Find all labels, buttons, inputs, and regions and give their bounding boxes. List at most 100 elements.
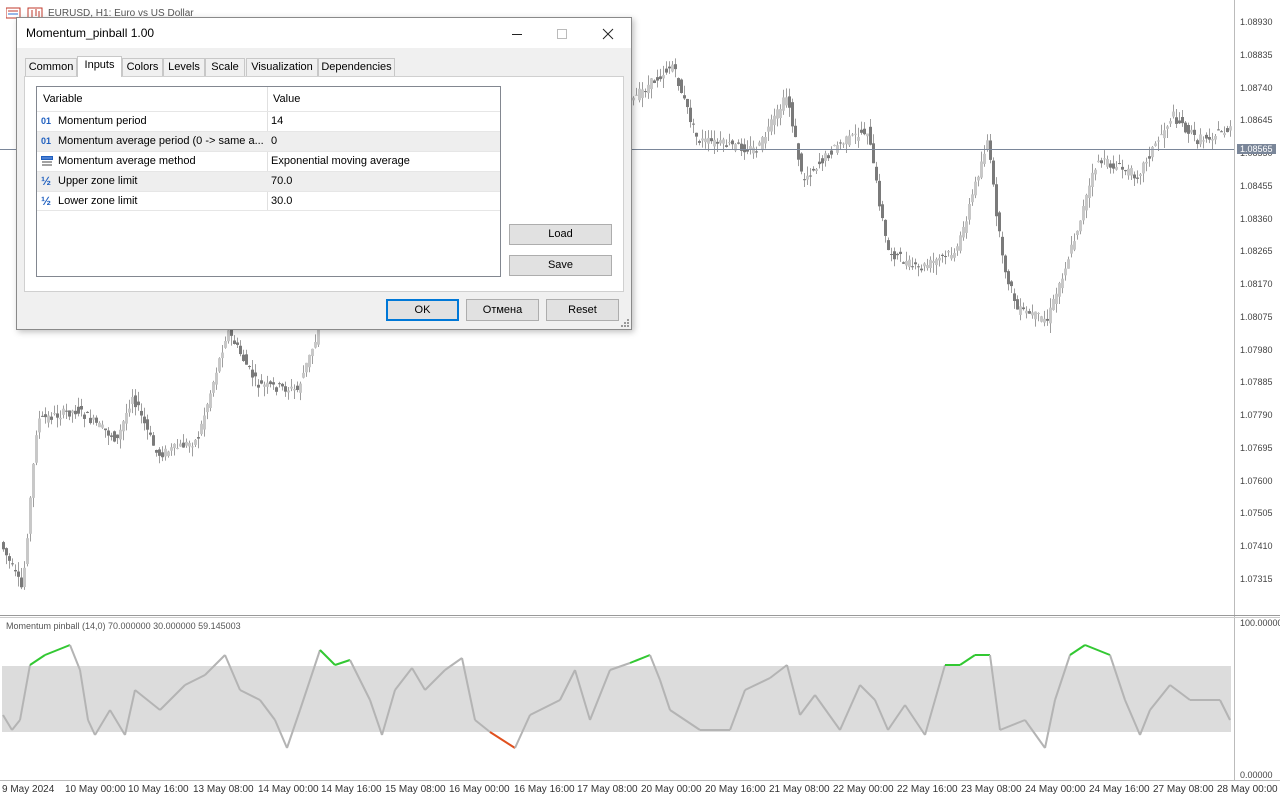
candle-body [221,352,224,359]
candle-body [41,415,44,417]
candle-body [188,442,191,447]
candle-body [806,175,809,180]
candle-body [689,107,692,123]
candle-body [1130,168,1133,176]
candle-body [80,405,83,410]
tab-levels[interactable]: Levels [163,58,205,76]
candle-body [668,66,671,69]
indicator-scale-bottom: 0.00000 [1240,770,1273,780]
candle-body [887,240,890,251]
candle-body [902,262,905,264]
time-scale-label: 15 May 08:00 [385,784,446,795]
row-value[interactable]: 0 [271,132,277,151]
tab-common[interactable]: Common [25,58,77,76]
candle-body [1211,138,1214,141]
candle-body [1199,134,1202,145]
candle-body [1040,316,1043,322]
load-button[interactable]: Load [509,224,612,245]
candle-body [77,406,80,414]
candle-body [935,259,938,266]
candle-body [1031,312,1034,316]
candle-body [206,404,209,413]
row-value[interactable]: Exponential moving average [271,152,410,171]
candle-body [101,424,104,428]
candle-body [761,137,764,151]
row-value[interactable]: 30.0 [271,192,292,211]
row-variable: Upper zone limit [58,175,138,187]
parameters-table[interactable]: Variable Value 01 Momentum period 14 01 … [36,86,501,277]
candle-body [1133,174,1136,179]
minimize-icon [511,33,522,35]
candle-body [929,259,932,269]
tab-scale[interactable]: Scale [205,58,245,76]
candle-body [1157,140,1160,142]
candle-body [1121,166,1124,170]
price-scale-label: 1.07980 [1240,344,1273,355]
close-button[interactable] [585,18,630,48]
tab-inputs[interactable]: Inputs [77,56,122,77]
candle-body [812,168,815,171]
candle-body [260,380,263,384]
candle-body [926,265,929,269]
candle-body [671,64,674,72]
candle-body [980,161,983,178]
candle-body [710,138,713,142]
candle-body [209,393,212,408]
tab-visualization[interactable]: Visualization [246,58,318,76]
ok-button[interactable]: OK [386,299,459,321]
reset-button[interactable]: Reset [546,299,619,321]
table-row[interactable]: 01 Momentum period 14 [37,111,500,131]
candle-body [692,123,695,125]
price-scale-label: 1.08455 [1240,180,1273,191]
candle-body [1070,244,1073,254]
candle-body [644,91,647,93]
candle-body [245,354,248,365]
candle-body [653,80,656,83]
candle-body [938,257,941,261]
column-header-variable[interactable]: Variable [37,87,267,111]
tab-colors[interactable]: Colors [122,58,163,76]
candle-body [881,204,884,219]
tab-dependencies[interactable]: Dependencies [318,58,395,76]
row-variable: Momentum average method [58,155,196,167]
table-row[interactable]: 01 Momentum average period (0 -> same a.… [37,131,500,151]
table-row[interactable]: ½ Upper zone limit 70.0 [37,171,500,191]
table-row[interactable]: Momentum average method Exponential movi… [37,151,500,171]
row-value[interactable]: 14 [271,112,283,131]
candle-body [1022,307,1025,310]
column-header-value[interactable]: Value [267,87,497,111]
candle-body [818,161,821,165]
row-value[interactable]: 70.0 [271,172,292,191]
candle-body [179,443,182,447]
candle-body [1019,306,1022,315]
candle-body [110,435,113,437]
candle-body [932,260,935,263]
dialog-titlebar[interactable]: Momentum_pinball 1.00 [17,18,631,48]
cancel-button[interactable]: Отмена [466,299,539,321]
candle-body [899,251,902,254]
save-button[interactable]: Save [509,255,612,276]
candle-body [755,151,758,153]
minimize-button[interactable] [494,18,539,48]
candle-body [737,142,740,144]
candle-body [1082,206,1085,221]
resize-grip-icon[interactable] [621,319,629,327]
price-scale-label: 1.08930 [1240,17,1273,27]
candle-body [185,441,188,446]
candle-body [1025,310,1028,314]
candle-body [941,254,944,256]
candle-body [731,140,734,145]
candle-body [788,96,791,108]
candle-body [155,449,158,453]
candle-body [704,138,707,143]
candle-body [944,256,947,258]
candle-body [857,136,860,141]
indicator-properties-dialog: Momentum_pinball 1.00 Common Inputs Colo… [16,17,632,330]
candle-body [212,382,215,393]
table-row[interactable]: ½ Lower zone limit 30.0 [37,191,500,211]
candle-body [1088,185,1091,198]
candle-body [1166,126,1169,129]
momentum-segment [29,654,46,666]
candle-body [752,147,755,154]
candle-body [302,372,305,378]
